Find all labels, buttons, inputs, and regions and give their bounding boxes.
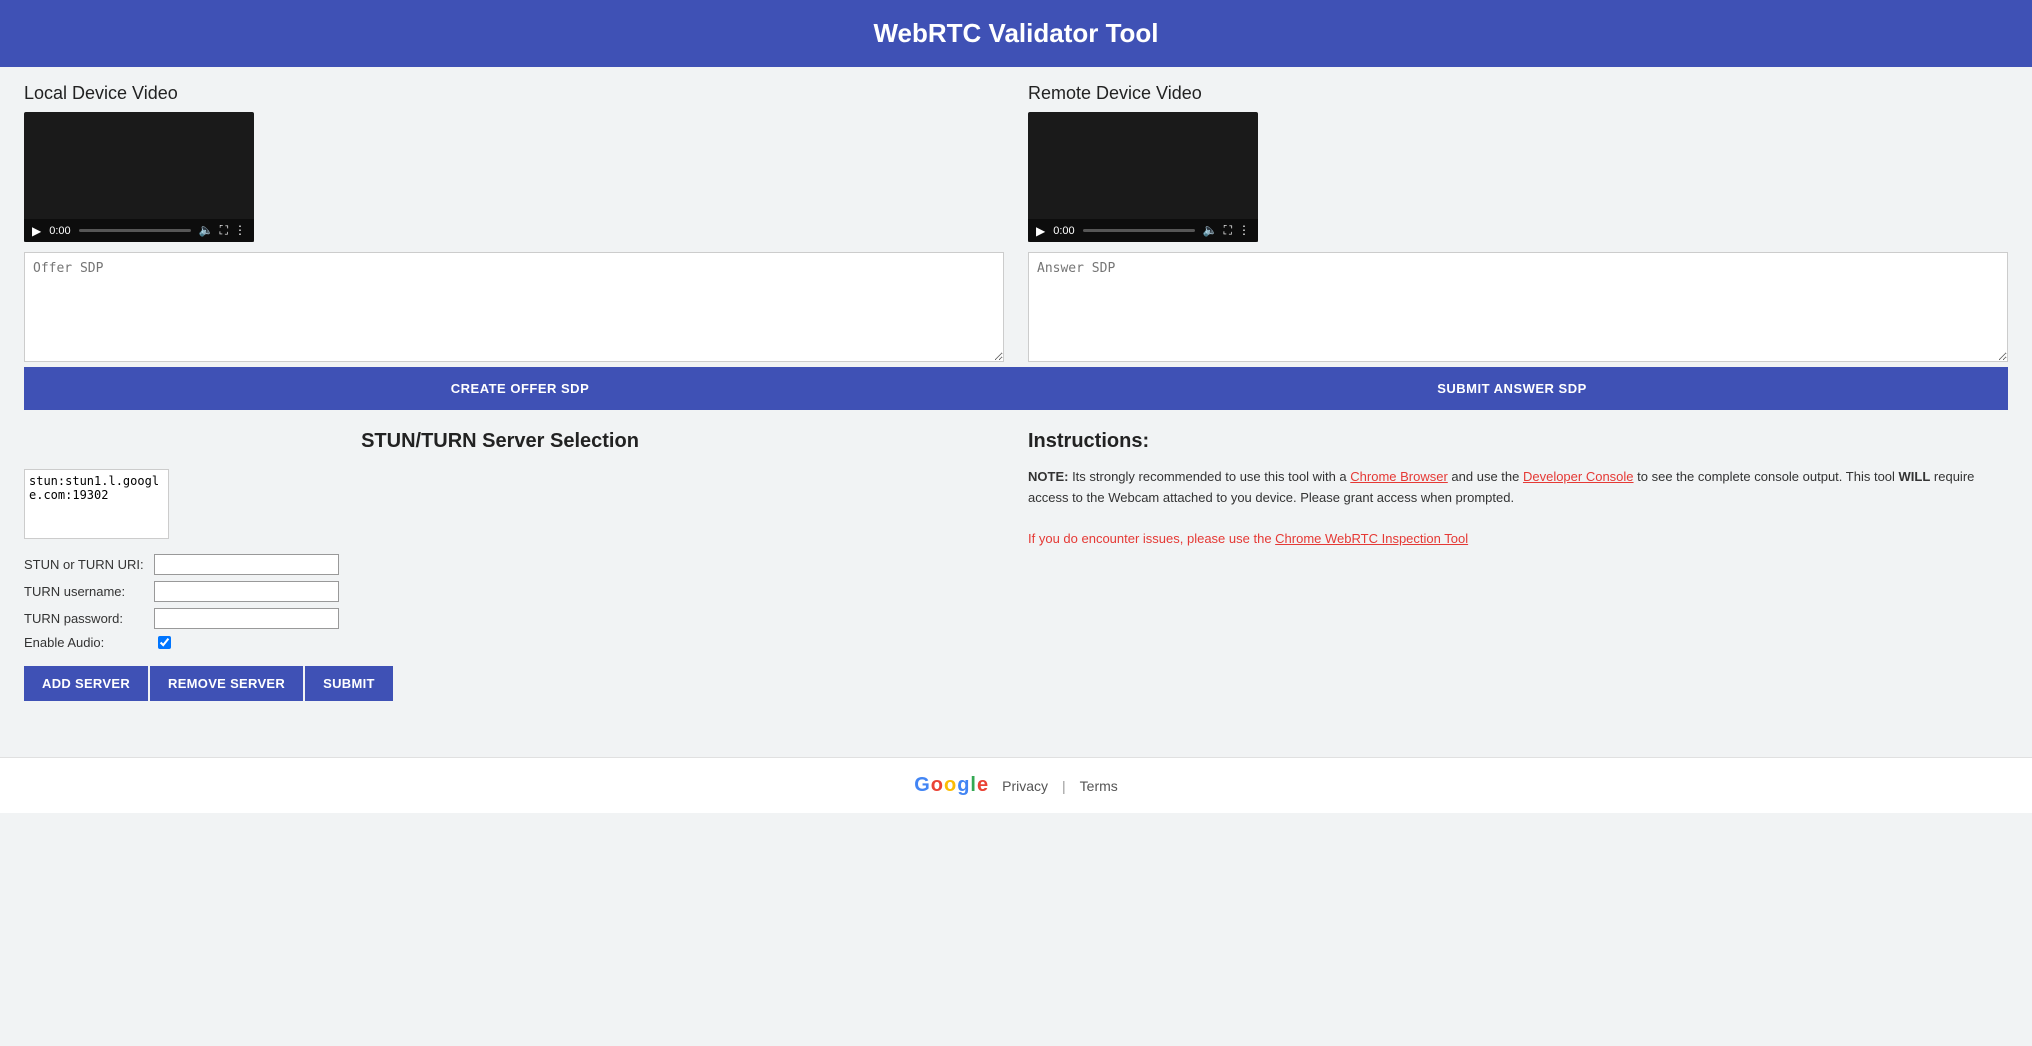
local-video-icons: 🔈 ⛶ ⋮ — [199, 223, 246, 238]
turn-password-row: TURN password: — [24, 608, 976, 629]
enable-audio-label: Enable Audio: — [24, 635, 154, 650]
g-red: o — [931, 774, 943, 797]
remote-video-panel: Remote Device Video ▶ 0:00 🔈 ⛶ ⋮ — [1016, 83, 2008, 367]
remote-video-icons: 🔈 ⛶ ⋮ — [1203, 223, 1250, 238]
stun-uri-input[interactable] — [154, 554, 339, 575]
remote-video-time: 0:00 — [1053, 225, 1074, 237]
chrome-webrtc-link[interactable]: Chrome WebRTC Inspection Tool — [1275, 531, 1468, 546]
g-blue: G — [914, 774, 930, 797]
local-video-label: Local Device Video — [24, 83, 1004, 104]
add-server-button[interactable]: ADD SERVER — [24, 666, 148, 701]
terms-link[interactable]: Terms — [1080, 778, 1118, 794]
enable-audio-row: Enable Audio: — [24, 635, 976, 650]
action-buttons-row: CREATE OFFER SDP SUBMIT ANSWER SDP — [24, 367, 2008, 410]
server-list[interactable]: stun:stun1.l.google.com:19302 — [24, 469, 169, 539]
instructions-body: NOTE: Its strongly recommended to use th… — [1028, 467, 2008, 550]
g-red2: e — [977, 774, 988, 797]
privacy-link[interactable]: Privacy — [1002, 778, 1048, 794]
turn-password-label: TURN password: — [24, 611, 154, 626]
local-video-player[interactable]: ▶ 0:00 🔈 ⛶ ⋮ — [24, 112, 254, 242]
remote-video-controls: ▶ 0:00 🔈 ⛶ ⋮ — [1028, 219, 1258, 242]
stun-uri-label: STUN or TURN URI: — [24, 557, 154, 572]
enable-audio-checkbox[interactable] — [158, 636, 171, 649]
submit-answer-button[interactable]: SUBMIT ANSWER SDP — [1016, 367, 2008, 410]
bottom-section: STUN/TURN Server Selection stun:stun1.l.… — [24, 430, 2008, 741]
server-buttons: ADD SERVER REMOVE SERVER SUBMIT — [24, 666, 976, 701]
create-offer-button[interactable]: CREATE OFFER SDP — [24, 367, 1016, 410]
local-play-btn[interactable]: ▶ — [32, 224, 41, 238]
answer-sdp-textarea[interactable] — [1028, 252, 2008, 362]
offer-sdp-textarea[interactable] — [24, 252, 1004, 362]
developer-console-link[interactable]: Developer Console — [1523, 469, 1634, 484]
note-issue-text: If you do encounter issues, please use t… — [1028, 531, 1275, 546]
turn-username-input[interactable] — [154, 581, 339, 602]
remote-fullscreen-icon[interactable]: ⛶ — [1224, 223, 1232, 238]
remote-volume-icon[interactable]: 🔈 — [1203, 223, 1218, 238]
remote-video-progress — [1083, 229, 1195, 232]
footer: Google Privacy | Terms — [0, 757, 2032, 813]
will-text: WILL — [1899, 469, 1931, 484]
more-icon[interactable]: ⋮ — [234, 223, 246, 238]
local-video-controls: ▶ 0:00 🔈 ⛶ ⋮ — [24, 219, 254, 242]
stun-uri-row: STUN or TURN URI: — [24, 554, 976, 575]
remote-play-btn[interactable]: ▶ — [1036, 224, 1045, 238]
turn-username-label: TURN username: — [24, 584, 154, 599]
remote-video-label: Remote Device Video — [1028, 83, 2008, 104]
video-section: Local Device Video ▶ 0:00 🔈 ⛶ ⋮ — [24, 83, 2008, 367]
note-issue: If you do encounter issues, please use t… — [1028, 531, 1468, 546]
instructions-title: Instructions: — [1028, 430, 2008, 453]
fullscreen-icon[interactable]: ⛶ — [220, 223, 228, 238]
main-content: Local Device Video ▶ 0:00 🔈 ⛶ ⋮ — [0, 67, 2032, 757]
google-logo: Google — [914, 774, 988, 797]
footer-divider: | — [1062, 778, 1066, 794]
remote-video-player[interactable]: ▶ 0:00 🔈 ⛶ ⋮ — [1028, 112, 1258, 242]
note-mid: and use the — [1448, 469, 1523, 484]
turn-username-row: TURN username: — [24, 581, 976, 602]
note-body: Its strongly recommended to use this too… — [1068, 469, 1350, 484]
stun-section: STUN/TURN Server Selection stun:stun1.l.… — [24, 430, 1016, 701]
volume-icon[interactable]: 🔈 — [199, 223, 214, 238]
remove-server-button[interactable]: REMOVE SERVER — [150, 666, 303, 701]
local-video-panel: Local Device Video ▶ 0:00 🔈 ⛶ ⋮ — [24, 83, 1016, 367]
note-end: to see the complete console output. This… — [1634, 469, 1899, 484]
g-blue2: g — [957, 774, 969, 797]
local-video-time: 0:00 — [49, 225, 70, 237]
stun-title: STUN/TURN Server Selection — [24, 430, 976, 453]
turn-password-input[interactable] — [154, 608, 339, 629]
page-title: WebRTC Validator Tool — [873, 18, 1158, 48]
chrome-browser-link[interactable]: Chrome Browser — [1350, 469, 1448, 484]
g-green: l — [970, 774, 976, 797]
local-video-progress — [79, 229, 191, 232]
instructions-section: Instructions: NOTE: Its strongly recomme… — [1016, 430, 2008, 701]
submit-button[interactable]: SUBMIT — [305, 666, 393, 701]
g-yellow: o — [944, 774, 956, 797]
note-prefix: NOTE: — [1028, 469, 1068, 484]
page-header: WebRTC Validator Tool — [0, 0, 2032, 67]
remote-more-icon[interactable]: ⋮ — [1238, 223, 1250, 238]
